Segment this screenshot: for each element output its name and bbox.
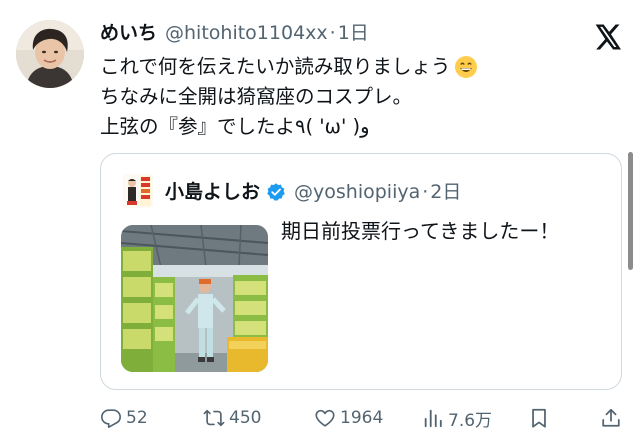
like-icon: [315, 409, 335, 427]
quoted-tweet-card[interactable]: 小島よしお @yoshiopiiya · 2日 期日前投票行ってきましたー！: [100, 153, 622, 390]
grinning-face-emoji-icon: [455, 56, 478, 78]
tweet-action-bar: 52 450 1964 7.6万: [0, 404, 640, 432]
tweet-timestamp[interactable]: 1日: [338, 19, 369, 47]
quoted-author-handle[interactable]: @yoshiopiiya: [294, 177, 420, 207]
tweet-line-text: ちなみに全開は猗窩座のコスプレ。: [100, 85, 413, 108]
x-logo-icon[interactable]: [592, 22, 622, 52]
repost-count: 450: [229, 408, 262, 428]
scrollbar-thumb[interactable]: [628, 152, 633, 270]
tweet-line-text: これで何を伝えたいか読み取りましょう: [100, 55, 451, 78]
quoted-photo-image: [121, 225, 268, 372]
like-count: 1964: [340, 408, 384, 428]
tweet-body: これで何を伝えたいか読み取りましょう ちなみに全開は猗窩座のコスプレ。 上弦の『…: [100, 52, 620, 142]
tweet-line: これで何を伝えたいか読み取りましょう: [100, 52, 620, 82]
verified-badge-icon: [267, 183, 285, 201]
tweet-line-text: 上弦の『参』でしたよ٩( 'ω' )و: [100, 115, 370, 138]
repost-button[interactable]: 450: [203, 404, 261, 432]
tweet-line: 上弦の『参』でしたよ٩( 'ω' )و: [100, 112, 620, 142]
views-button[interactable]: 7.6万: [422, 404, 492, 432]
reply-button[interactable]: 52: [100, 404, 148, 432]
author-avatar[interactable]: [16, 20, 84, 88]
quoted-author-avatar[interactable]: [123, 174, 153, 208]
repost-icon: [203, 409, 225, 427]
bookmark-icon: [532, 408, 546, 428]
share-button[interactable]: [600, 404, 626, 432]
quoted-tweet-timestamp[interactable]: 2日: [430, 177, 461, 207]
tweet-line: ちなみに全開は猗窩座のコスプレ。: [100, 82, 620, 112]
header-separator: ·: [329, 22, 336, 44]
author-avatar-image: [16, 20, 84, 88]
quoted-tweet-text: 期日前投票行ってきましたー！: [281, 219, 560, 243]
share-icon: [602, 408, 620, 427]
quoted-tweet-header: 小島よしお @yoshiopiiya · 2日: [165, 177, 461, 207]
reply-count: 52: [126, 408, 148, 428]
quoted-author-display-name[interactable]: 小島よしお: [165, 177, 260, 207]
quoted-author-avatar-image: [123, 174, 153, 208]
view-count: 7.6万: [448, 410, 493, 431]
author-handle[interactable]: @hitohito1104xx: [165, 19, 328, 47]
reply-icon: [101, 409, 121, 428]
bookmark-button[interactable]: [528, 404, 554, 432]
quoted-tweet-photo[interactable]: [121, 225, 268, 372]
quoted-header-separator: ·: [422, 181, 429, 203]
author-display-name[interactable]: めいち: [100, 19, 157, 47]
views-icon: [424, 409, 442, 428]
like-button[interactable]: 1964: [314, 404, 383, 432]
tweet-header: めいち @hitohito1104xx · 1日: [100, 19, 369, 47]
